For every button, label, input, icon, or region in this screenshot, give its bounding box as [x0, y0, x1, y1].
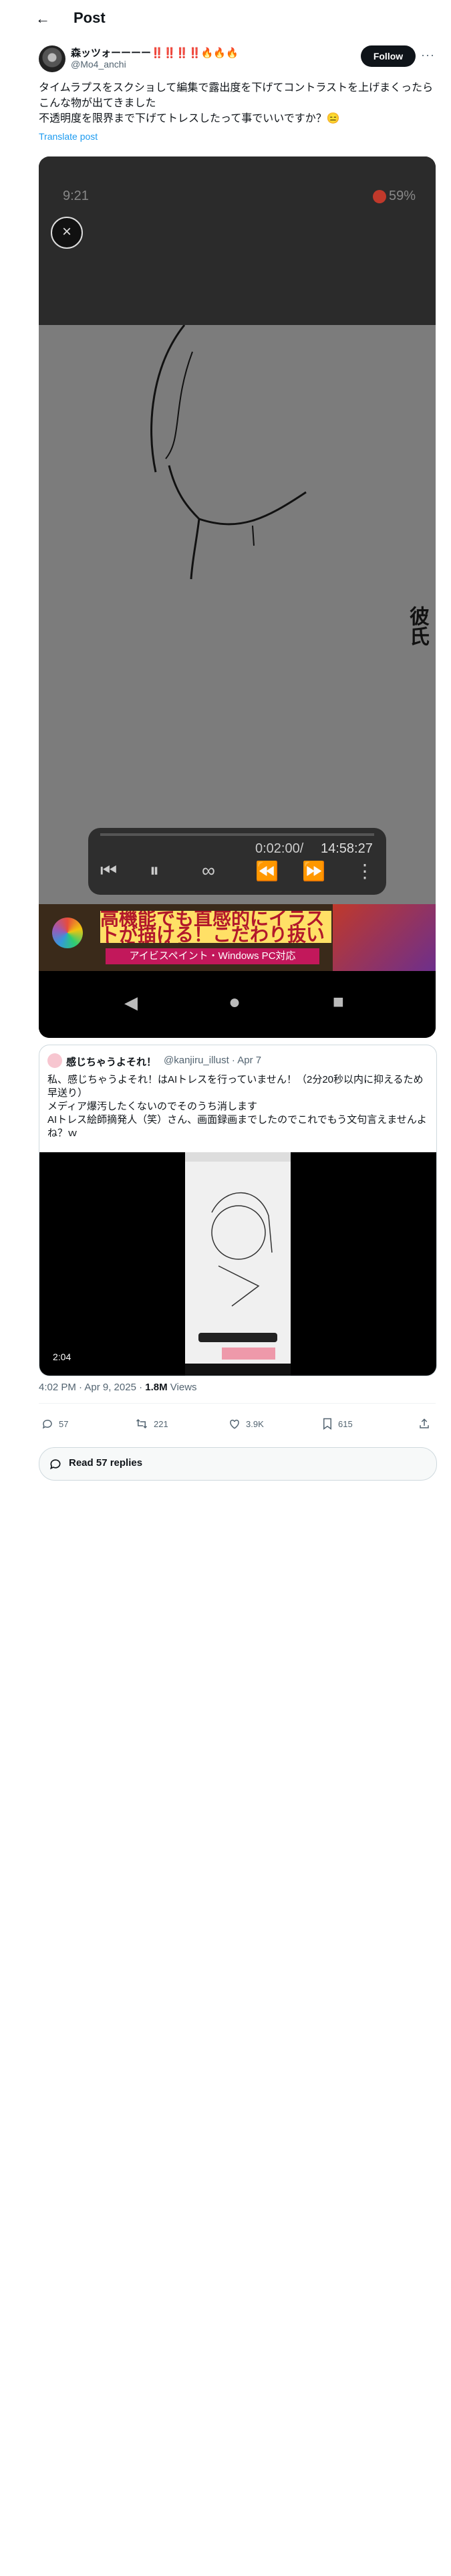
reply-button[interactable]: 57 — [41, 1418, 68, 1430]
side-text: 彼氏 — [406, 606, 428, 646]
android-nav-bar: ◀ ● ■ — [39, 971, 436, 1038]
status-battery: 59% — [372, 189, 416, 204]
quote-video-duration: 2:04 — [53, 1352, 71, 1362]
author-name[interactable]: 森ッツォーーーー‼️‼️‼️‼️🔥🔥🔥 — [71, 45, 239, 60]
phone-status-area: 9:21 59% × — [39, 156, 436, 325]
read-replies-button[interactable]: Read 57 replies — [39, 1447, 437, 1481]
post-text: タイムラプスをスクショして編集で露出度を下げてコントラストを上げまくったらこんな… — [39, 82, 434, 124]
time-total: 14:58:27 — [321, 841, 373, 856]
ad-subline: アイビスペイント・Windows PC対応 — [106, 948, 319, 964]
skip-back-icon[interactable]: ⏮ — [100, 860, 117, 882]
video-media[interactable]: 9:21 59% × 彼氏 0:02:00/ 14:58:27 ⏮ ⏸ ∞ ⏪ … — [39, 156, 436, 1038]
top-bar: ← Post — [0, 0, 451, 37]
kebab-icon[interactable]: ⋮ — [355, 860, 374, 882]
rewind-icon[interactable]: ⏪ — [255, 860, 279, 882]
more-icon[interactable]: ··· — [421, 48, 435, 62]
close-icon[interactable]: × — [51, 217, 83, 249]
post-meta: 4:02 PM · Apr 9, 2025 · 1.8M Views — [39, 1382, 197, 1393]
status-time: 9:21 — [63, 189, 89, 203]
quote-handle: @kanjiru_illust · Apr 7 — [164, 1055, 262, 1066]
ad-character-image — [333, 904, 436, 971]
like-button[interactable]: 3.9K — [229, 1418, 264, 1430]
translate-link[interactable]: Translate post — [39, 131, 98, 142]
quote-video-frame — [185, 1152, 291, 1376]
sketch-thumbnail-icon — [185, 1152, 291, 1376]
heart-icon — [230, 1419, 239, 1429]
back-arrow-icon[interactable]: ← — [35, 11, 51, 27]
nav-recents-icon[interactable]: ■ — [333, 991, 344, 1012]
repost-count: 221 — [154, 1418, 168, 1429]
quoted-post[interactable]: 感じちゃうよそれ！ @kanjiru_illust · Apr 7 私、感じちゃ… — [39, 1045, 437, 1376]
ad-banner[interactable]: 高機能でも直感的にイラストが描ける！こだわり抜いた操作性！ アイビスペイント・W… — [39, 904, 436, 971]
progress-bar[interactable] — [100, 833, 374, 836]
page-title: Post — [73, 9, 106, 26]
quote-author-name: 感じちゃうよそれ！ — [66, 1057, 157, 1068]
bookmark-button[interactable]: 615 — [322, 1418, 353, 1430]
forward-icon[interactable]: ⏩ — [302, 860, 325, 882]
playback-controls: 0:02:00/ 14:58:27 ⏮ ⏸ ∞ ⏪ ⏩ ⋮ — [88, 828, 386, 895]
read-replies-label: Read 57 replies — [69, 1457, 143, 1469]
palette-icon — [52, 918, 83, 948]
action-bar: 57 221 3.9K 615 — [39, 1415, 436, 1435]
share-icon — [420, 1418, 429, 1428]
quote-video[interactable]: 2:04 — [39, 1152, 436, 1376]
nav-home-icon[interactable]: ● — [229, 991, 241, 1014]
record-icon — [372, 189, 386, 203]
avatar[interactable] — [39, 45, 65, 72]
reply-icon — [42, 1419, 52, 1429]
pause-icon[interactable]: ⏸ — [150, 860, 159, 882]
quote-text: 私、感じちゃうよそれ！はAIトレスを行っていません！（2分20秒以内に抑えるため… — [47, 1074, 427, 1139]
like-count: 3.9K — [246, 1418, 264, 1429]
share-button[interactable] — [418, 1418, 430, 1430]
nav-back-icon[interactable]: ◀ — [124, 992, 138, 1013]
bookmark-count: 615 — [338, 1418, 353, 1429]
loop-icon[interactable]: ∞ — [202, 860, 215, 881]
ad-headline: 高機能でも直感的にイラストが描ける！こだわり抜いた操作性！ — [100, 911, 331, 943]
reply-count: 57 — [59, 1418, 69, 1429]
repost-icon — [136, 1418, 148, 1429]
author-handle[interactable]: @Mo4_anchi — [71, 59, 126, 70]
repost-button[interactable]: 221 — [135, 1418, 168, 1430]
time-current: 0:02:00/ — [255, 841, 304, 856]
divider — [39, 1403, 436, 1404]
quote-avatar — [47, 1053, 62, 1068]
follow-button[interactable]: Follow — [361, 45, 416, 67]
bookmark-icon — [323, 1418, 331, 1430]
reply-bubble-icon — [50, 1459, 61, 1470]
